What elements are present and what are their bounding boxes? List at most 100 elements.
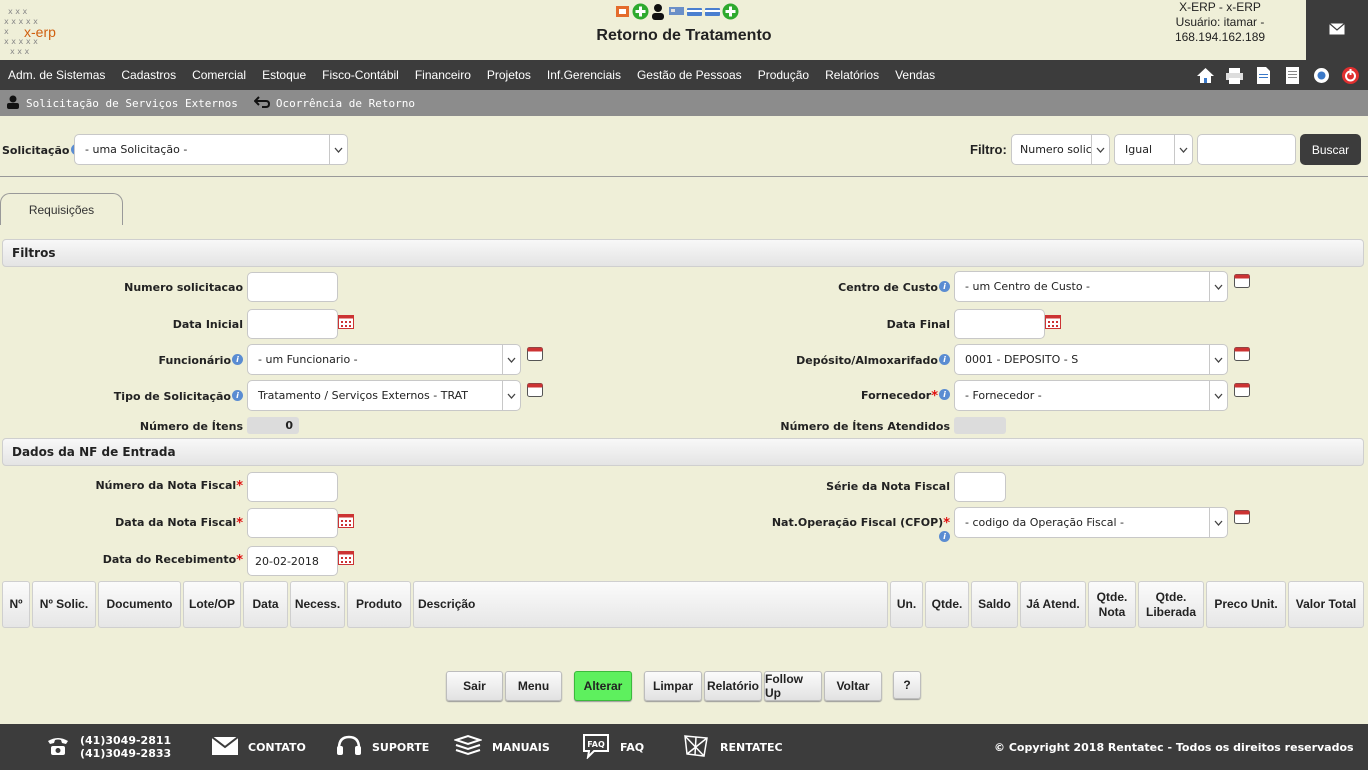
menu-item-10[interactable]: Relatórios [817, 68, 887, 82]
info-icon[interactable]: i [939, 354, 950, 365]
footer-copyright: © Copyright 2018 Rentatec - Todos os dir… [994, 740, 1354, 754]
lookup-icon[interactable] [1234, 383, 1250, 397]
numero-nf-label: Número da Nota Fiscal* [95, 479, 243, 494]
office-icon[interactable] [614, 3, 631, 20]
buscar-button[interactable]: Buscar [1300, 134, 1361, 165]
add-icon-2[interactable] [722, 3, 739, 20]
data-recebimento-input[interactable]: 20-02-2018 [247, 546, 338, 576]
nav-solicitacao-servicos[interactable]: Solicitação de Serviços Externos [6, 95, 238, 112]
main-menu: Adm. de Sistemas Cadastros Comercial Estoqu… [0, 60, 943, 90]
network-icon[interactable] [668, 3, 685, 20]
col-header-documento[interactable]: Documento [98, 581, 181, 628]
tab-requisicoes[interactable]: Requisições [0, 193, 123, 225]
footer-suporte[interactable]: SUPORTE [336, 724, 429, 770]
menu-item-7[interactable]: Inf.Gerenciais [539, 68, 629, 82]
col-header-necess[interactable]: Necess. [290, 581, 345, 628]
calendar-icon[interactable] [338, 514, 354, 528]
col-header-nsolic[interactable]: Nº Solic. [32, 581, 96, 628]
followup-button[interactable]: Follow Up [764, 671, 822, 701]
data-inicial-input[interactable] [247, 309, 338, 339]
filtro-value-input[interactable] [1197, 134, 1296, 165]
svg-text:x x x: x x x [10, 47, 30, 56]
data-nf-input[interactable] [247, 508, 338, 538]
serie-nf-input[interactable] [954, 472, 1006, 502]
menu-item-11[interactable]: Vendas [887, 68, 943, 82]
tipo-solicitacao-select[interactable]: Tratamento / Serviços Externos - TRAT [247, 380, 521, 411]
col-header-qtde[interactable]: Qtde. [925, 581, 969, 628]
menu-icons [1196, 66, 1360, 85]
col-header-data[interactable]: Data [243, 581, 288, 628]
menu-item-6[interactable]: Projetos [479, 68, 539, 82]
funcionario-select[interactable]: - um Funcionario - [247, 344, 521, 375]
col-header-lote[interactable]: Lote/OP [183, 581, 241, 628]
footer-faq[interactable]: FAQ FAQ [582, 724, 644, 770]
col-header-n[interactable]: Nº [2, 581, 30, 628]
users-icon[interactable] [650, 3, 667, 20]
menu-item-2[interactable]: Comercial [184, 68, 254, 82]
footer-rentatec[interactable]: RENTATEC [682, 724, 783, 770]
col-header-preco[interactable]: Preco Unit. [1206, 581, 1286, 628]
card-icon-2[interactable] [704, 3, 721, 20]
menu-item-0[interactable]: Adm. de Sistemas [0, 68, 113, 82]
footer-contato[interactable]: CONTATO [211, 724, 306, 770]
numero-nf-input[interactable] [247, 472, 338, 502]
col-header-qtde-nota[interactable]: Qtde. Nota [1088, 581, 1136, 628]
filtro-field-select[interactable]: Numero solic [1011, 134, 1110, 165]
help-button[interactable]: ? [893, 671, 921, 699]
headset-icon [336, 734, 362, 761]
fornecedor-select[interactable]: - Fornecedor - [954, 380, 1228, 411]
menu-item-4[interactable]: Fisco-Contábil [314, 68, 407, 82]
limpar-button[interactable]: Limpar [644, 671, 702, 701]
web-icon[interactable] [1312, 66, 1331, 85]
power-icon[interactable] [1341, 66, 1360, 85]
calendar-icon[interactable] [1045, 315, 1061, 329]
menu-button[interactable]: Menu [505, 671, 562, 701]
nav-ocorrencia-retorno[interactable]: Ocorrência de Retorno [253, 95, 415, 111]
col-header-qtde-liberada[interactable]: Qtde. Liberada [1138, 581, 1204, 628]
menu-item-8[interactable]: Gestão de Pessoas [629, 68, 750, 82]
deposito-label: Depósito/Almoxarifado i [780, 354, 950, 367]
voltar-button[interactable]: Voltar [824, 671, 882, 701]
menu-item-5[interactable]: Financeiro [407, 68, 479, 82]
relatorio-button[interactable]: Relatório [704, 671, 762, 701]
info-icon[interactable]: i [232, 354, 243, 365]
calendar-icon[interactable] [338, 315, 354, 329]
info-icon[interactable]: i [232, 390, 243, 401]
lookup-icon[interactable] [1234, 274, 1250, 288]
col-header-descricao[interactable]: Descrição [413, 581, 888, 628]
cfop-select[interactable]: - codigo da Operação Fiscal - [954, 507, 1228, 538]
info-icon[interactable]: i [939, 531, 950, 542]
footer-manuais[interactable]: MANUAIS [452, 724, 550, 770]
menu-item-1[interactable]: Cadastros [113, 68, 184, 82]
deposito-select[interactable]: 0001 - DEPOSITO - S [954, 344, 1228, 375]
menu-item-9[interactable]: Produção [750, 68, 817, 82]
add-icon[interactable] [632, 3, 649, 20]
calendar-icon[interactable] [338, 551, 354, 565]
alterar-button[interactable]: Alterar [574, 671, 632, 701]
col-header-ja-atend[interactable]: Já Atend. [1020, 581, 1086, 628]
col-header-un[interactable]: Un. [890, 581, 923, 628]
lookup-icon[interactable] [1234, 347, 1250, 361]
page-icon[interactable] [1283, 66, 1302, 85]
data-recebimento-label: Data do Recebimento* [102, 553, 243, 568]
mail-button[interactable] [1306, 0, 1368, 60]
lookup-icon[interactable] [1234, 510, 1250, 524]
col-header-saldo[interactable]: Saldo [971, 581, 1018, 628]
info-icon[interactable]: i [939, 389, 950, 400]
home-icon[interactable] [1196, 66, 1215, 85]
centro-custo-select[interactable]: - um Centro de Custo - [954, 271, 1228, 302]
data-final-input[interactable] [954, 309, 1045, 339]
col-header-produto[interactable]: Produto [347, 581, 411, 628]
sair-button[interactable]: Sair [446, 671, 503, 701]
print-icon[interactable] [1225, 66, 1244, 85]
solicitacao-select[interactable]: - uma Solicitação - [74, 134, 348, 165]
numero-solicitacao-input[interactable] [247, 272, 338, 302]
col-header-valor[interactable]: Valor Total [1288, 581, 1364, 628]
lookup-icon[interactable] [527, 383, 543, 397]
menu-item-3[interactable]: Estoque [254, 68, 314, 82]
info-icon[interactable]: i [939, 281, 950, 292]
card-icon[interactable] [686, 3, 703, 20]
document-icon[interactable] [1254, 66, 1273, 85]
filtro-operator-select[interactable]: Igual [1114, 134, 1193, 165]
lookup-icon[interactable] [527, 347, 543, 361]
